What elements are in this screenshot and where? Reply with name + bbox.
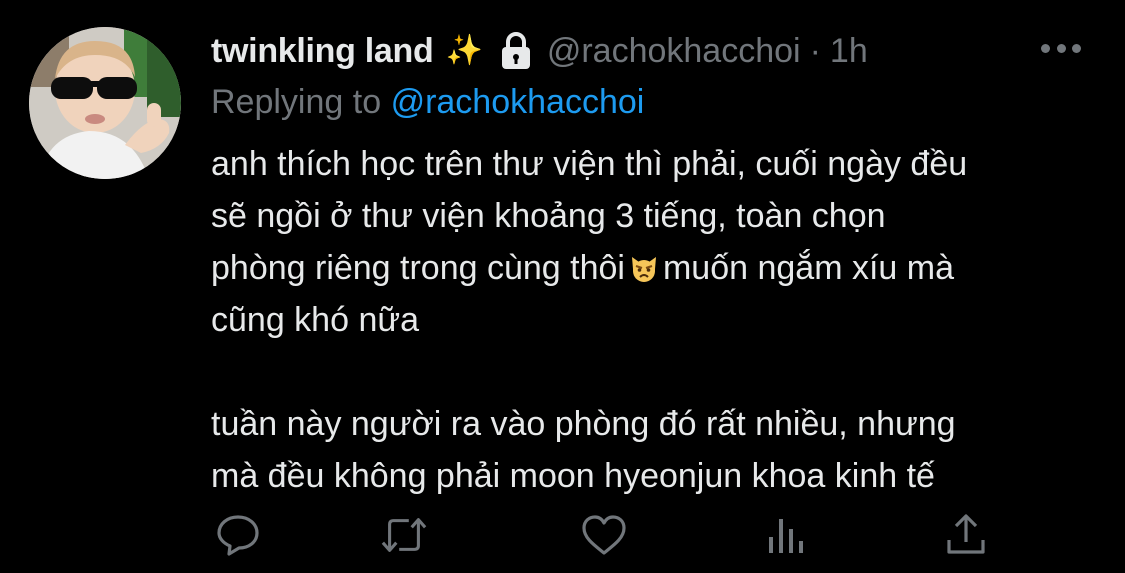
tweet-text-line: phòng riêng trong cùng thôi muốn ngắm xí… — [211, 242, 1111, 294]
pouting-cat-emoji — [629, 246, 659, 282]
tweet-text-segment: phòng riêng trong cùng thôi — [211, 249, 625, 287]
retweet-icon[interactable] — [380, 511, 428, 559]
user-handle[interactable]: @rachokhacchoi — [547, 26, 801, 76]
sparkles-icon: ✨ — [445, 34, 483, 67]
like-icon[interactable] — [580, 511, 628, 559]
tweet-text-segment: muốn ngắm xíu mà — [662, 249, 955, 287]
replying-label: Replying to — [211, 83, 382, 121]
tweet-text: anh thích học trên thư viện thì phải, cu… — [211, 138, 1111, 502]
lock-icon — [499, 31, 533, 71]
replying-mention-link[interactable]: @rachokhacchoi — [391, 83, 645, 121]
tweet-header: twinkling land ✨ @rachokhacchoi · 1h — [211, 26, 868, 76]
tweet-text-line: mà đều không phải moon hyeonjun khoa kin… — [211, 457, 935, 495]
more-options-icon[interactable] — [1041, 38, 1081, 58]
timestamp[interactable]: 1h — [830, 26, 868, 76]
tweet-text-line: tuần này người ra vào phòng đó rất nhiều… — [211, 405, 956, 443]
separator-dot: · — [809, 32, 821, 70]
tweet-actions — [0, 511, 1125, 559]
avatar-image — [29, 27, 181, 179]
replying-to: Replying to @rachokhacchoi — [211, 78, 644, 126]
tweet-text-line: anh thích học trên thư viện thì phải, cu… — [211, 145, 968, 183]
share-icon[interactable] — [942, 511, 990, 559]
tweet-text-line: sẽ ngồi ở thư viện khoảng 3 tiếng, toàn … — [211, 197, 886, 235]
avatar[interactable] — [29, 27, 181, 179]
tweet-text-line: cũng khó nữa — [211, 301, 420, 339]
views-icon[interactable] — [762, 511, 810, 559]
display-name[interactable]: twinkling land — [211, 26, 434, 76]
reply-icon[interactable] — [214, 511, 262, 559]
